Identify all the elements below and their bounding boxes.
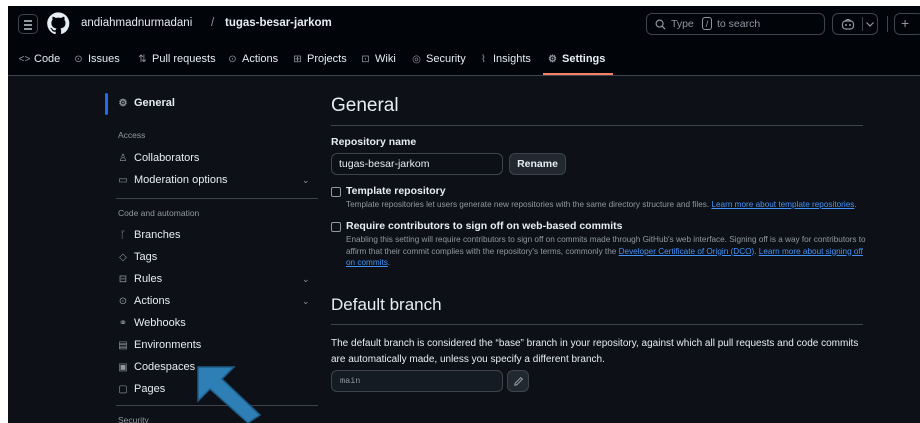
search-input[interactable]: Type / to search	[646, 13, 825, 35]
copilot-button[interactable]	[832, 13, 878, 35]
sidebar-item-environments[interactable]: ▤ Environments	[116, 339, 201, 351]
default-branch-input: main	[331, 370, 503, 392]
title-divider	[331, 125, 863, 126]
sidebar-heading-access: Access	[118, 130, 146, 140]
copilot-icon	[841, 18, 855, 30]
signoff-checkbox[interactable]	[331, 222, 341, 232]
tab-insights[interactable]: ⌇ Insights	[477, 53, 531, 65]
page-title: General	[331, 95, 399, 116]
edit-branch-button[interactable]	[507, 370, 529, 392]
top-header: andiahmadnurmadani / tugas-besar-jarkom …	[8, 6, 920, 43]
chevron-down-icon[interactable]: ⌄	[302, 274, 310, 285]
rules-icon: ⊟	[118, 274, 128, 285]
sidebar-heading-code-automation: Code and automation	[118, 208, 200, 218]
sidebar-divider	[116, 198, 318, 199]
tab-pull-requests[interactable]: ⇅ Pull requests	[136, 53, 215, 65]
sidebar-item-branches[interactable]: ᚴ Branches	[116, 229, 180, 241]
browser-icon: ▢	[118, 384, 128, 395]
codespaces-icon: ▣	[118, 362, 128, 373]
people-icon: ♙	[118, 153, 128, 164]
default-branch-description: The default branch is considered the “ba…	[331, 338, 859, 365]
pencil-icon	[514, 376, 524, 386]
play-icon: ⊙	[118, 296, 128, 307]
gear-icon: ⚙	[548, 54, 557, 65]
search-placeholder-prefix: Type	[671, 18, 694, 30]
github-logo-icon[interactable]	[46, 11, 71, 36]
search-shortcut-key: /	[702, 17, 712, 30]
tag-icon: ◇	[119, 252, 127, 263]
template-repository-checkbox[interactable]	[331, 187, 341, 197]
sidebar-item-general[interactable]: ⚙ General	[116, 97, 175, 109]
chevron-down-icon[interactable]: ⌄	[302, 296, 310, 307]
code-icon: <>	[18, 54, 31, 65]
sidebar-item-moderation[interactable]: ▭ Moderation options	[116, 174, 227, 186]
branch-icon: ᚴ	[120, 230, 126, 241]
tab-actions[interactable]: ⊙ Actions	[226, 53, 278, 65]
create-new-button[interactable]: +	[894, 13, 920, 35]
sidebar-item-codespaces[interactable]: ▣ Codespaces	[116, 361, 195, 373]
repository-name-label: Repository name	[331, 136, 417, 148]
active-tab-indicator	[543, 73, 613, 75]
template-repository-description: Template repositories let users generate…	[346, 200, 857, 209]
tab-code[interactable]: <> Code	[18, 53, 61, 65]
tab-settings[interactable]: ⚙ Settings	[546, 53, 605, 65]
template-repository-title: Template repository	[346, 185, 446, 197]
default-branch-heading: Default branch	[331, 295, 442, 314]
sidebar-item-tags[interactable]: ◇ Tags	[116, 251, 157, 263]
sidebar-item-pages[interactable]: ▢ Pages	[116, 383, 165, 395]
sidebar-item-webhooks[interactable]: ⚭ Webhooks	[116, 317, 186, 329]
search-icon	[655, 19, 666, 30]
table-icon: ⊞	[293, 54, 302, 65]
github-window: andiahmadnurmadani / tugas-besar-jarkom …	[8, 6, 920, 423]
chevron-down-icon[interactable]: ⌄	[302, 175, 310, 186]
template-learn-more-link[interactable]: Learn more about template repositories	[711, 200, 854, 209]
tab-issues[interactable]: ⊙ Issues	[72, 53, 120, 65]
signoff-title: Require contributors to sign off on web-…	[346, 220, 623, 232]
comment-icon: ▭	[118, 175, 128, 186]
play-icon: ⊙	[228, 54, 237, 65]
webhook-icon: ⚭	[118, 318, 128, 329]
menu-button[interactable]	[18, 14, 38, 34]
repo-tabs: <> Code ⊙ Issues ⇅ Pull requests ⊙ Actions ⊞…	[8, 43, 920, 76]
issue-icon: ⊙	[74, 54, 83, 65]
graph-icon: ⌇	[481, 54, 486, 65]
breadcrumb-repo[interactable]: tugas-besar-jarkom	[225, 17, 332, 29]
default-branch-divider	[331, 324, 863, 325]
sidebar-item-collaborators[interactable]: ♙ Collaborators	[116, 152, 200, 164]
book-icon: ⊡	[361, 54, 370, 65]
server-icon: ▤	[118, 340, 128, 351]
chevron-down-icon	[866, 22, 874, 27]
rename-button[interactable]: Rename	[509, 153, 566, 175]
search-placeholder-suffix: to search	[717, 18, 761, 30]
shield-icon: ◎	[412, 54, 421, 65]
repository-name-input[interactable]: tugas-besar-jarkom	[331, 153, 503, 175]
sidebar-item-rules[interactable]: ⊟ Rules	[116, 273, 162, 285]
pull-request-icon: ⇅	[138, 54, 147, 65]
plus-icon: +	[901, 15, 910, 31]
tab-security[interactable]: ◎ Security	[410, 53, 466, 65]
gear-icon: ⚙	[118, 98, 128, 109]
sidebar-item-actions[interactable]: ⊙ Actions	[116, 295, 170, 307]
sidebar-active-indicator	[105, 93, 108, 115]
dco-link[interactable]: Developer Certificate of Origin (DCO)	[619, 247, 755, 256]
annotation-arrow-icon	[197, 366, 262, 423]
tab-wiki[interactable]: ⊡ Wiki	[359, 53, 395, 65]
tab-projects[interactable]: ⊞ Projects	[291, 53, 346, 65]
breadcrumb-separator: /	[211, 17, 215, 29]
breadcrumb-owner[interactable]: andiahmadnurmadani	[81, 17, 192, 29]
signoff-description: Enabling this setting will require contr…	[346, 235, 866, 267]
sidebar-heading-security: Security	[118, 415, 149, 423]
